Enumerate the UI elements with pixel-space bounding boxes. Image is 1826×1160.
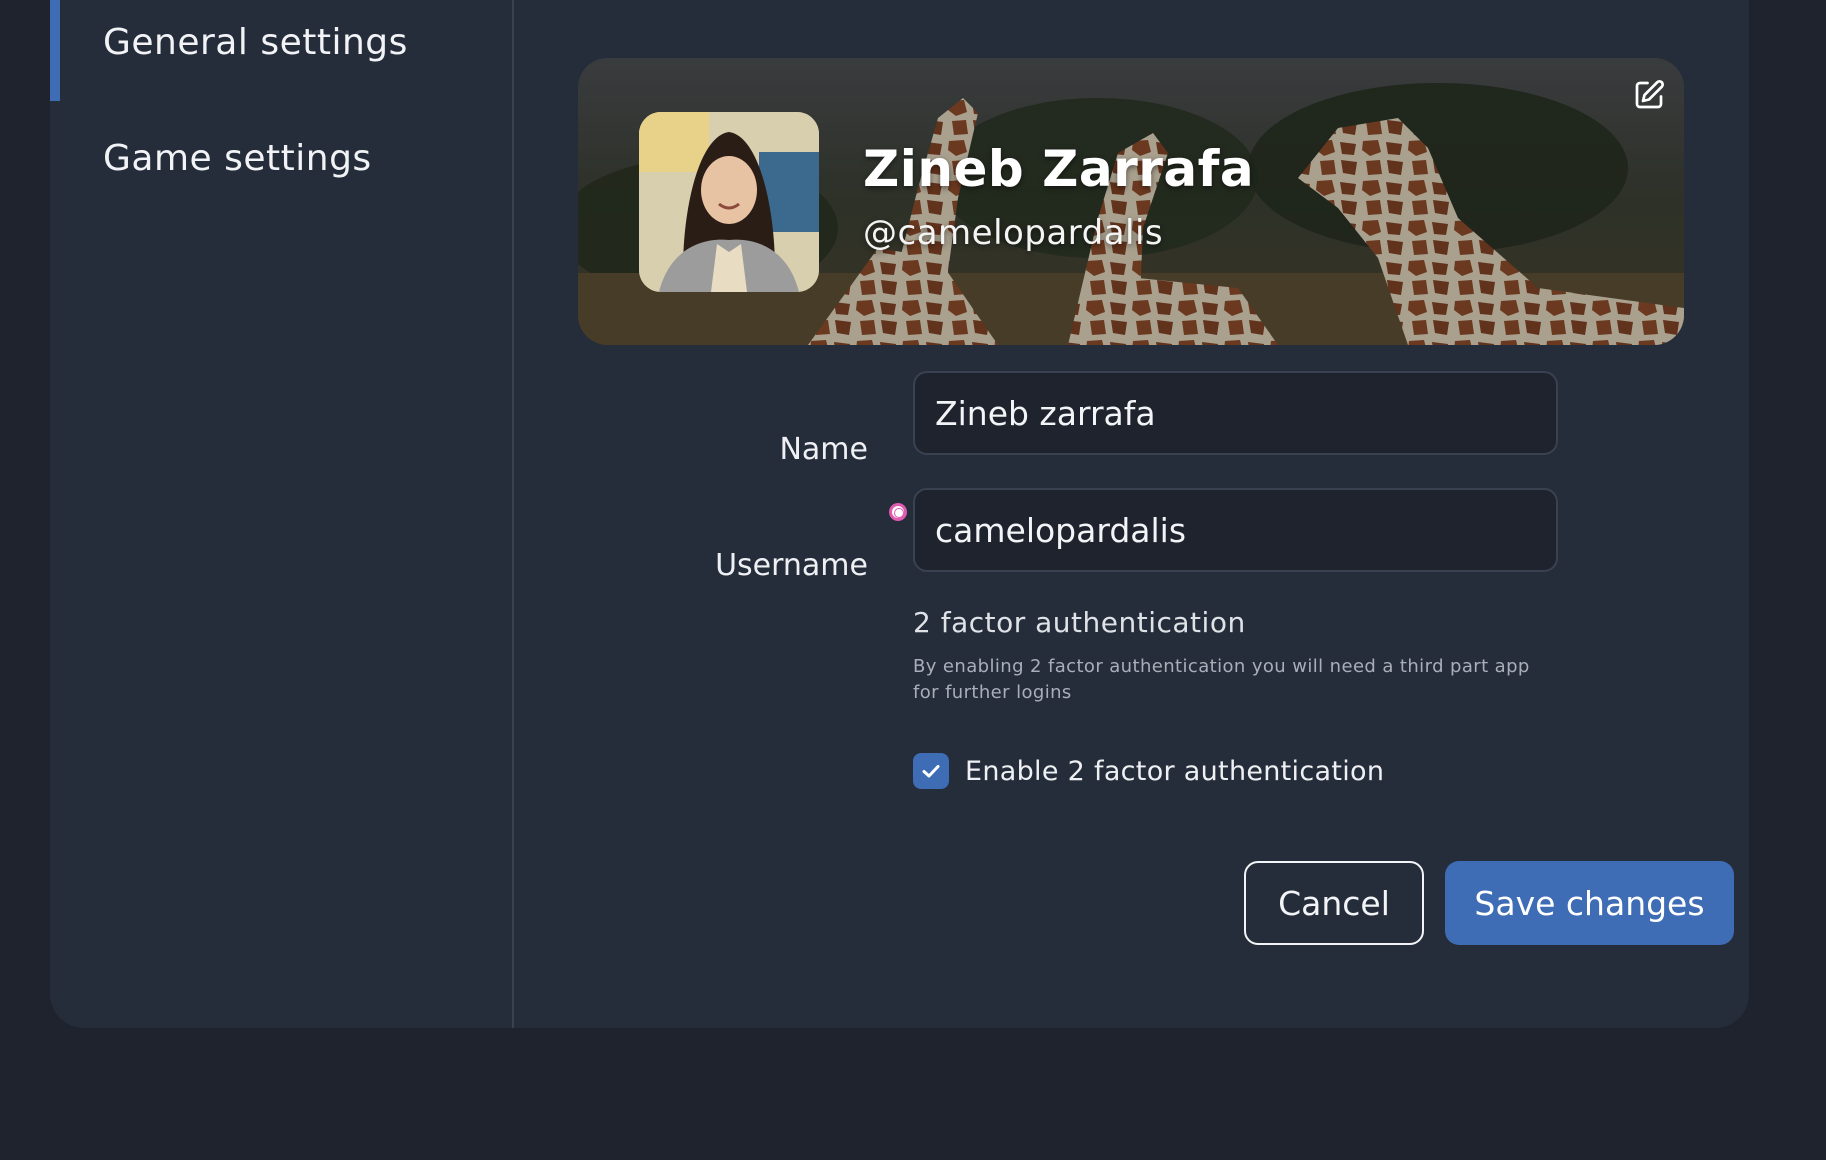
sidebar-item-game-settings[interactable]: Game settings (50, 100, 512, 217)
two-factor-checkbox[interactable] (913, 753, 949, 789)
edit-icon (1635, 79, 1665, 109)
name-label: Name (779, 432, 868, 467)
sidebar-item-general-settings[interactable]: General settings (50, 0, 512, 101)
edit-banner-button[interactable] (1628, 74, 1670, 116)
sidebar-item-label: General settings (103, 22, 408, 63)
checkmark-icon (922, 765, 940, 778)
sidebar-item-label: Game settings (103, 138, 372, 179)
name-input[interactable] (913, 371, 1558, 455)
avatar-photo (639, 112, 819, 292)
two-factor-title: 2 factor authentication (913, 606, 1246, 639)
two-factor-toggle[interactable]: Enable 2 factor authentication (913, 753, 1384, 789)
profile-handle: @camelopardalis (863, 213, 1164, 253)
save-changes-button[interactable]: Save changes (1445, 861, 1734, 945)
mouse-cursor-indicator (889, 503, 907, 521)
two-factor-checkbox-label: Enable 2 factor authentication (965, 755, 1385, 787)
two-factor-description: By enabling 2 factor authentication you … (913, 656, 1530, 703)
avatar[interactable] (639, 112, 819, 292)
profile-banner: Zineb Zarrafa @camelopardalis (578, 58, 1684, 345)
settings-sidebar: General settings Game settings (50, 0, 514, 1028)
cancel-button[interactable]: Cancel (1244, 861, 1424, 945)
profile-display-name: Zineb Zarrafa (863, 140, 1255, 198)
username-input[interactable] (913, 488, 1558, 572)
username-label: Username (715, 548, 868, 583)
